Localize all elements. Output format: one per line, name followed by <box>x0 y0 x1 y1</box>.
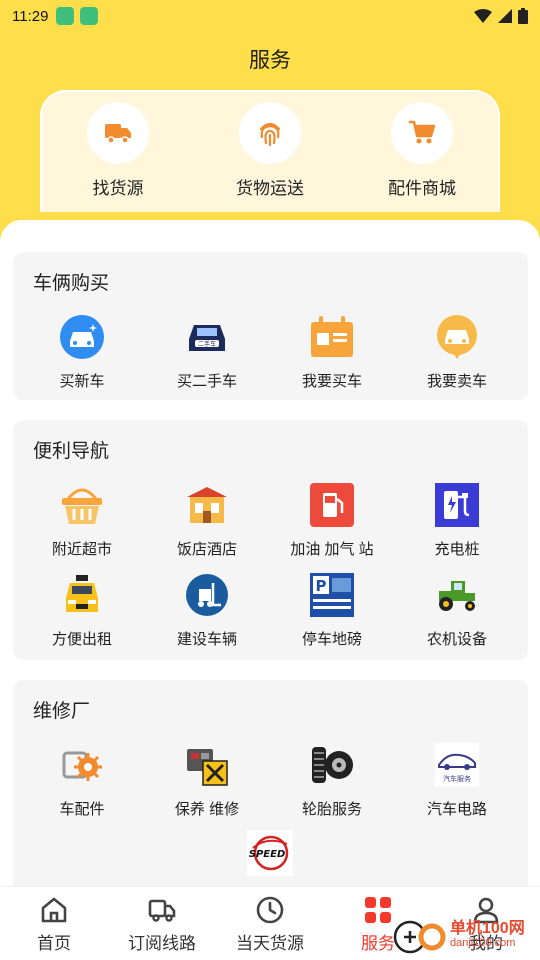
forklift-icon <box>184 572 230 618</box>
truck-outline-icon <box>148 899 176 922</box>
used-car-icon: 二手车 <box>184 314 230 360</box>
sell-car-icon <box>434 314 480 360</box>
gear-icon <box>59 742 105 788</box>
parking-icon: P <box>309 572 355 618</box>
speed-logo-text: SPEED <box>249 849 286 860</box>
new-car-icon <box>59 314 105 360</box>
status-time: 11:29 <box>12 7 49 25</box>
grid-item-label: 轮胎服务 <box>301 801 362 818</box>
grid-item-label: 我要买车 <box>301 373 362 390</box>
grid-item-tire-service[interactable]: 轮胎服务 <box>268 742 396 819</box>
tire-icon <box>309 742 355 788</box>
nav-home[interactable]: 首页 <box>0 887 108 960</box>
grid-item-restaurant[interactable]: 饭店酒店 <box>143 482 271 559</box>
grid-item-label: 农机设备 <box>426 631 487 648</box>
grid-item-label: 充电桩 <box>434 541 480 558</box>
app-notification-icon <box>56 7 75 25</box>
signal-icon <box>498 9 512 23</box>
battery-icon <box>518 8 528 24</box>
top-service-find-goods[interactable]: 找货源 <box>58 102 178 212</box>
watermark-text: 单机100网 <box>450 920 525 937</box>
car-logo-text: 汽车服务 <box>443 774 471 783</box>
section-repair: 维修厂 车配件 保养 维修 轮胎服务 汽车服务 汽车电路 SPEED <box>13 680 528 886</box>
restaurant-icon <box>184 482 230 528</box>
grid-item-taxi[interactable]: 方便出租 <box>18 572 146 649</box>
grid-item-farm-machinery[interactable]: 农机设备 <box>393 572 521 649</box>
engine-tools-icon <box>184 742 230 788</box>
grid-item-label: 买二手车 <box>176 373 237 390</box>
clock-icon <box>256 896 284 924</box>
grid-item-label: 方便出租 <box>51 631 112 648</box>
watermark-sub: danji100.com <box>450 937 516 949</box>
section-navigation: 便利导航 附近超市 饭店酒店 加油 加气 站 充电桩 方便出租 建设车辆 P 停… <box>13 420 528 660</box>
section-title: 便利导航 <box>33 441 110 462</box>
top-service-label: 找货源 <box>92 179 144 198</box>
grid-item-want-buy-car[interactable]: 我要买车 <box>268 314 396 391</box>
svg-text:二手车: 二手车 <box>198 340 216 348</box>
top-service-parts-mall[interactable]: 配件商城 <box>362 102 482 212</box>
calendar-card-icon <box>309 314 355 360</box>
status-bar: 11:29 <box>0 0 540 32</box>
watermark-logo-icon <box>393 920 446 954</box>
fuel-icon <box>309 482 355 528</box>
grid-item-label: 建设车辆 <box>176 631 237 648</box>
grid-item-construction-vehicle[interactable]: 建设车辆 <box>143 572 271 649</box>
nav-label: 当天货源 <box>236 934 304 953</box>
top-services-card: 找货源 货物运送 配件商城 <box>40 90 500 212</box>
grid-item-charging-pile[interactable]: 充电桩 <box>393 482 521 559</box>
services-content[interactable]: 车俩购买 买新车 二手车 买二手车 我要买车 我要卖车 便利导航 附近超市 饭店… <box>0 220 540 886</box>
grid-item-supermarket[interactable]: 附近超市 <box>18 482 146 559</box>
top-service-delivery[interactable]: 货物运送 <box>210 102 330 212</box>
fingerprint-icon <box>239 102 301 164</box>
nav-label: 服务 <box>361 934 395 953</box>
top-service-label: 配件商城 <box>388 179 456 198</box>
charging-icon <box>434 482 480 528</box>
grid-item-label: 汽车电路 <box>426 801 487 818</box>
tractor-icon <box>434 572 480 618</box>
grid-item-label: 车配件 <box>59 801 105 818</box>
grid-item-label: 加油 加气 站 <box>290 541 374 558</box>
truck-icon <box>87 102 149 164</box>
grid-item-buy-new-car[interactable]: 买新车 <box>18 314 146 391</box>
watermark: 单机100网 danji100.com <box>392 915 525 955</box>
nav-label: 订阅线路 <box>128 934 196 953</box>
nav-today-goods[interactable]: 当天货源 <box>216 887 324 960</box>
wifi-icon <box>474 9 492 23</box>
section-title: 车俩购买 <box>33 273 110 294</box>
svg-text:P: P <box>316 577 327 595</box>
page-title: 服务 <box>249 49 291 72</box>
grid-icon <box>365 897 391 923</box>
top-service-label: 货物运送 <box>236 179 304 198</box>
grid-item-label: 饭店酒店 <box>176 541 237 558</box>
grid-item-maintenance[interactable]: 保养 维修 <box>143 742 271 819</box>
grid-item-label: 附近超市 <box>51 541 112 558</box>
nav-label: 首页 <box>37 934 71 953</box>
grid-item-label: 买新车 <box>59 373 105 390</box>
app-notification-icon-2 <box>80 7 99 25</box>
grid-item-buy-used-car[interactable]: 二手车 买二手车 <box>143 314 271 391</box>
grid-item-label: 我要卖车 <box>426 373 487 390</box>
basket-icon <box>59 482 105 528</box>
grid-item-speed[interactable]: SPEED <box>206 830 334 876</box>
grid-item-sell-car[interactable]: 我要卖车 <box>393 314 521 391</box>
grid-item-label: 保养 维修 <box>174 801 240 818</box>
grid-item-car-circuit[interactable]: 汽车服务 汽车电路 <box>393 742 521 819</box>
section-title: 维修厂 <box>33 701 91 722</box>
grid-item-label: 停车地磅 <box>301 631 362 648</box>
grid-item-gas-station[interactable]: 加油 加气 站 <box>268 482 396 559</box>
cart-icon <box>391 102 453 164</box>
grid-item-parking-scale[interactable]: P 停车地磅 <box>268 572 396 649</box>
nav-subscribe-routes[interactable]: 订阅线路 <box>108 887 216 960</box>
car-logo-icon: 汽车服务 <box>434 742 480 788</box>
home-icon <box>41 897 67 923</box>
grid-item-car-parts[interactable]: 车配件 <box>18 742 146 819</box>
speed-logo-icon: SPEED <box>247 830 293 876</box>
section-car-purchase: 车俩购买 买新车 二手车 买二手车 我要买车 我要卖车 <box>13 252 528 400</box>
taxi-icon <box>59 572 105 618</box>
